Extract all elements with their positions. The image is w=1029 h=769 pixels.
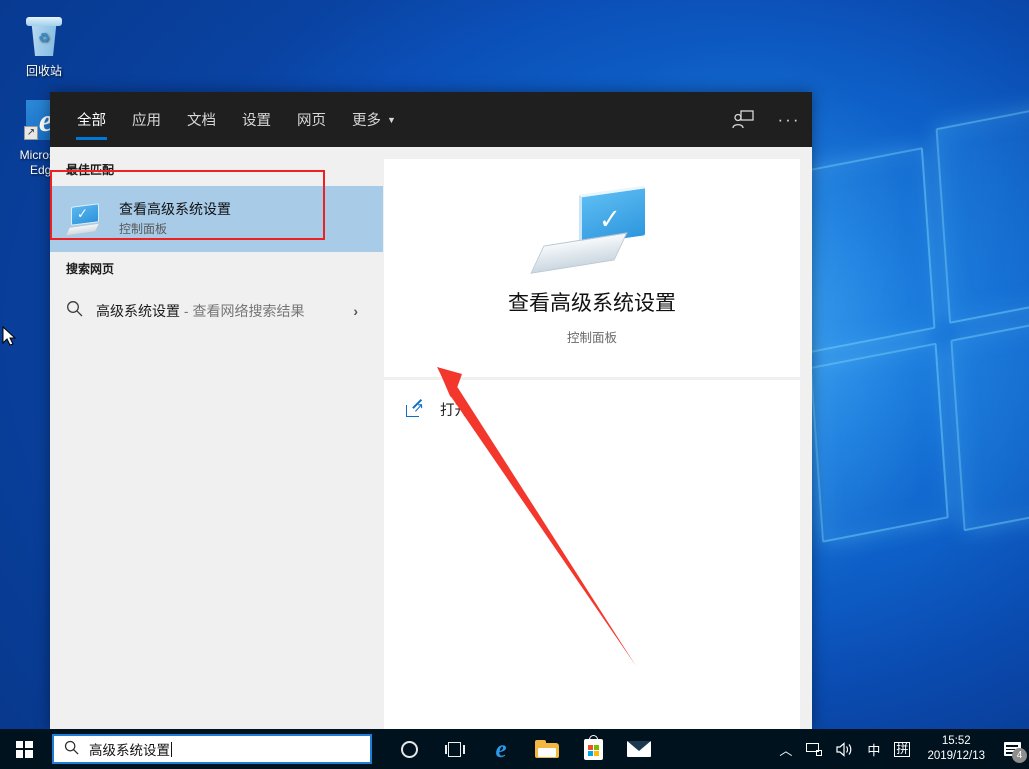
desktop-icon-label: 回收站	[25, 64, 62, 78]
search-input[interactable]: 高级系统设置	[52, 734, 372, 764]
desktop-icon-recycle-bin[interactable]: ♻ 回收站	[6, 12, 82, 79]
clock-date: 2019/12/13	[927, 750, 985, 762]
tab-label: 全部	[77, 113, 106, 129]
search-results-column: 最佳匹配 ✓ 查看高级系统设置 控制面板 搜索网页 高级系统设置 - 查看网络搜…	[50, 147, 383, 729]
taskbar-pinned-items: e	[386, 729, 662, 769]
chevron-right-icon[interactable]: ›	[353, 303, 358, 319]
section-header-web-search: 搜索网页	[66, 262, 115, 276]
file-explorer-icon[interactable]	[524, 729, 570, 769]
text-cursor	[171, 741, 172, 757]
microsoft-store-icon[interactable]	[570, 729, 616, 769]
result-subtitle: 控制面板	[119, 222, 168, 236]
action-open[interactable]: ↗ 打开	[406, 396, 800, 422]
edge-icon[interactable]: e	[478, 729, 524, 769]
search-tabs-bar[interactable]: 全部 应用 文档 设置 网页 更多 ▼ ···	[50, 92, 812, 147]
system-settings-monitor-icon: ✓	[530, 185, 647, 276]
tab-label: 更多	[352, 113, 381, 129]
feedback-person-icon[interactable]	[720, 92, 766, 147]
recycle-bin-icon: ♻	[20, 12, 68, 60]
desktop[interactable]: ♻ 回收站 e ↗ Microsoft Edge 全部 应用 文档 设置 网页 …	[0, 0, 1029, 769]
tab-more[interactable]: 更多 ▼	[339, 92, 409, 147]
search-icon	[66, 300, 96, 322]
network-icon[interactable]	[799, 729, 829, 769]
taskbar[interactable]: 高级系统设置 e ︿ 中 拼 15:52 2019/12/13 4	[0, 729, 1029, 769]
wallpaper-pane-2	[935, 92, 1029, 324]
system-settings-monitor-icon: ✓	[64, 199, 106, 239]
tab-label: 网页	[297, 113, 326, 129]
web-search-query: 高级系统设置	[96, 303, 180, 319]
volume-icon[interactable]	[829, 729, 860, 769]
chevron-down-icon: ▼	[387, 114, 396, 125]
preview-title: 查看高级系统设置	[508, 292, 676, 315]
web-search-suffix: - 查看网络搜索结果	[180, 303, 305, 319]
shortcut-overlay-icon: ↗	[24, 126, 38, 140]
tab-documents[interactable]: 文档	[174, 92, 229, 147]
result-title: 查看高级系统设置	[119, 201, 231, 217]
mouse-pointer	[2, 326, 16, 346]
open-external-icon: ↗	[406, 398, 426, 417]
search-icon	[64, 740, 79, 759]
cortana-icon[interactable]	[386, 729, 432, 769]
tab-label: 设置	[242, 113, 271, 129]
task-view-icon[interactable]	[432, 729, 478, 769]
preview-actions-card: ↗ 打开	[384, 380, 800, 729]
tab-label: 文档	[187, 113, 216, 129]
search-input-value: 高级系统设置	[89, 743, 170, 758]
notifications-button[interactable]: 4	[995, 729, 1029, 769]
tray-overflow-chevron-up-icon[interactable]: ︿	[772, 729, 799, 769]
section-header-best-match: 最佳匹配	[66, 163, 115, 177]
preview-card: ✓ 查看高级系统设置 控制面板	[384, 159, 800, 377]
tab-apps[interactable]: 应用	[119, 92, 174, 147]
mail-icon[interactable]	[616, 729, 662, 769]
start-button[interactable]	[0, 729, 48, 769]
action-label: 打开	[440, 402, 469, 419]
tab-label: 应用	[132, 113, 161, 129]
web-search-label: 高级系统设置 - 查看网络搜索结果	[96, 301, 353, 321]
wallpaper-pane-3	[809, 342, 949, 543]
notification-badge: 4	[1012, 748, 1027, 763]
windows-logo-icon	[15, 740, 33, 758]
tab-all[interactable]: 全部	[64, 92, 119, 147]
result-item-best-match[interactable]: ✓ 查看高级系统设置 控制面板	[50, 186, 383, 252]
clock-time: 15:52	[941, 735, 971, 747]
tab-settings[interactable]: 设置	[229, 92, 284, 147]
header-spacer	[409, 92, 720, 147]
wallpaper-pane-1	[796, 147, 936, 354]
tab-web[interactable]: 网页	[284, 92, 339, 147]
wallpaper-pane-4	[950, 304, 1029, 532]
clock[interactable]: 15:52 2019/12/13	[917, 734, 995, 764]
search-preview-column: ✓ 查看高级系统设置 控制面板 ↗ 打开	[372, 147, 812, 729]
ime-pinyin-icon[interactable]: 拼	[887, 729, 917, 769]
ime-mode-icon[interactable]: 中	[860, 729, 887, 769]
search-flyout[interactable]: 全部 应用 文档 设置 网页 更多 ▼ ··· 最佳匹配 ✓ 查看高级系统设置 …	[50, 92, 812, 729]
search-panel-body: 最佳匹配 ✓ 查看高级系统设置 控制面板 搜索网页 高级系统设置 - 查看网络搜…	[50, 147, 812, 729]
preview-subtitle: 控制面板	[566, 331, 617, 345]
system-tray: ︿ 中 拼 15:52 2019/12/13 4	[772, 729, 1029, 769]
more-options-icon[interactable]: ···	[766, 92, 812, 147]
result-item-web-search[interactable]: 高级系统设置 - 查看网络搜索结果 ›	[50, 285, 372, 337]
result-text: 查看高级系统设置 控制面板	[119, 200, 231, 238]
